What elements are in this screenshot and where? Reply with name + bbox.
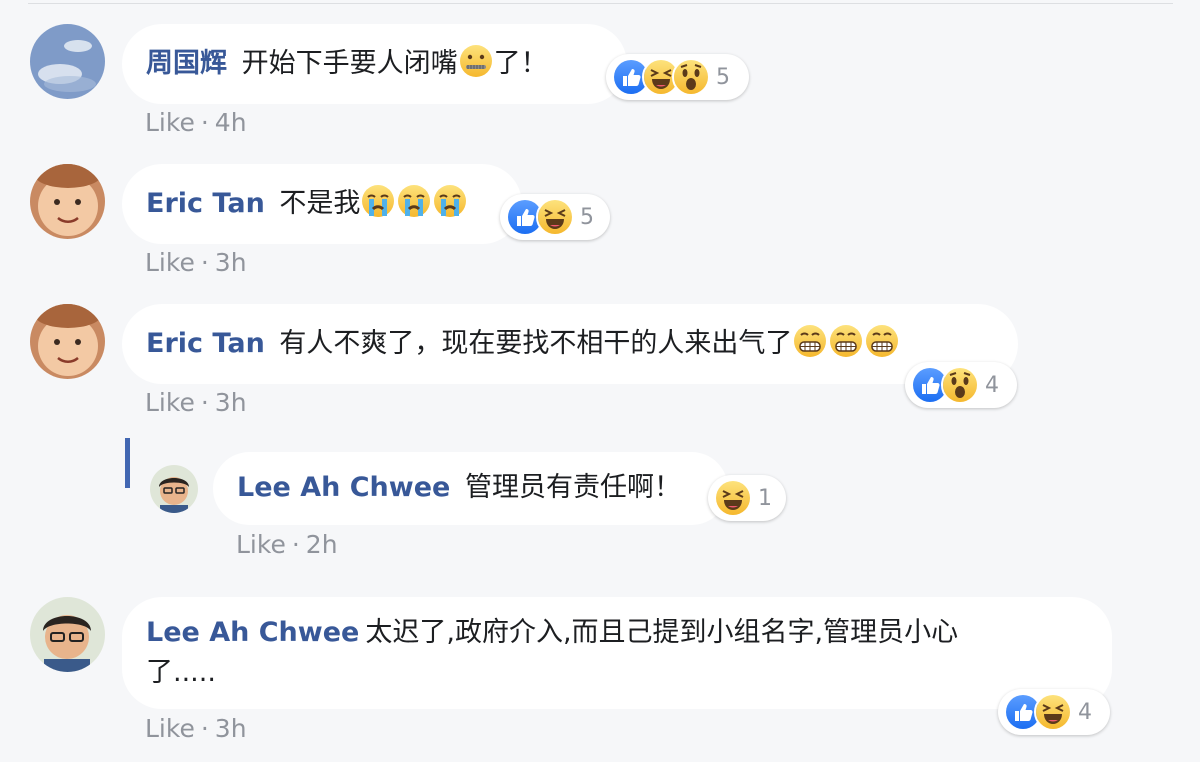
timestamp[interactable]: 3h	[215, 714, 247, 743]
like-link[interactable]: Like	[145, 248, 195, 277]
comment-meta: Like · 3h	[145, 248, 247, 277]
crying-emoji	[362, 185, 395, 217]
comment-text: 太迟了,政府介入,而且己提到小组名字,管理员小心	[365, 617, 959, 648]
wow-reaction-icon	[941, 366, 979, 404]
comment-author[interactable]: Lee Ah Chwee	[146, 617, 359, 648]
timestamp[interactable]: 3h	[215, 388, 247, 417]
crying-emoji	[398, 185, 431, 217]
comment-text: 管理员有责任啊！	[464, 472, 681, 503]
haha-reaction-icon	[536, 198, 574, 236]
timestamp[interactable]: 4h	[215, 108, 247, 137]
comment-text-end: 了！	[493, 48, 548, 79]
like-link[interactable]: Like	[145, 714, 195, 743]
comment-bubble: Eric Tan 有人不爽了，现在要找不相干的人来出气了	[122, 304, 1018, 384]
reply-thread-line	[125, 438, 130, 488]
reaction-count: 5	[580, 204, 594, 230]
reactions-summary[interactable]: 4	[998, 689, 1110, 735]
wow-reaction-icon	[672, 58, 710, 96]
comment-author[interactable]: Eric Tan	[146, 188, 265, 219]
avatar[interactable]	[30, 304, 105, 379]
comment-bubble: 周国辉 开始下手要人闭嘴 了！	[122, 24, 627, 104]
reaction-count: 1	[758, 485, 772, 511]
avatar[interactable]	[30, 597, 105, 672]
grimacing-emoji	[866, 325, 899, 357]
comment-meta: Like · 3h	[145, 388, 247, 417]
haha-reaction-icon	[714, 479, 752, 517]
timestamp[interactable]: 2h	[306, 530, 338, 559]
reactions-summary[interactable]: 5	[606, 54, 749, 100]
reactions-summary[interactable]: 5	[500, 194, 610, 240]
reaction-count: 4	[1078, 699, 1092, 725]
crying-emoji	[434, 185, 467, 217]
grimacing-emoji	[794, 325, 827, 357]
comment-text: 有人不爽了，现在要找不相干的人来出气了	[279, 328, 793, 359]
avatar[interactable]	[30, 164, 105, 239]
comment-bubble: Eric Tan 不是我	[122, 164, 522, 244]
comment-text-continued: 了.....	[146, 657, 216, 688]
comment-text: 不是我	[279, 188, 361, 219]
comment-author[interactable]: 周国辉	[146, 48, 227, 79]
like-link[interactable]: Like	[236, 530, 286, 559]
comment-meta: Like · 3h	[145, 714, 247, 743]
comment-bubble: Lee Ah Chwee 太迟了,政府介入,而且己提到小组名字,管理员小心 了..…	[122, 597, 1112, 709]
timestamp[interactable]: 3h	[215, 248, 247, 277]
reactions-summary[interactable]: 4	[905, 362, 1017, 408]
reaction-count: 4	[985, 372, 999, 398]
comment-author[interactable]: Eric Tan	[146, 328, 265, 359]
reaction-count: 5	[716, 64, 730, 90]
grimacing-emoji	[830, 325, 863, 357]
top-divider	[28, 3, 1173, 4]
zipper-mouth-emoji	[459, 45, 492, 77]
like-link[interactable]: Like	[145, 108, 195, 137]
reply-bubble: Lee Ah Chwee 管理员有责任啊！	[213, 452, 728, 525]
avatar[interactable]	[150, 465, 198, 513]
comment-meta: Like · 2h	[236, 530, 338, 559]
reactions-summary[interactable]: 1	[708, 475, 786, 521]
comment-author[interactable]: Lee Ah Chwee	[237, 472, 450, 503]
avatar[interactable]	[30, 24, 105, 99]
comment-meta: Like · 4h	[145, 108, 247, 137]
haha-reaction-icon	[1034, 693, 1072, 731]
comment-text: 开始下手要人闭嘴	[241, 48, 458, 79]
like-link[interactable]: Like	[145, 388, 195, 417]
